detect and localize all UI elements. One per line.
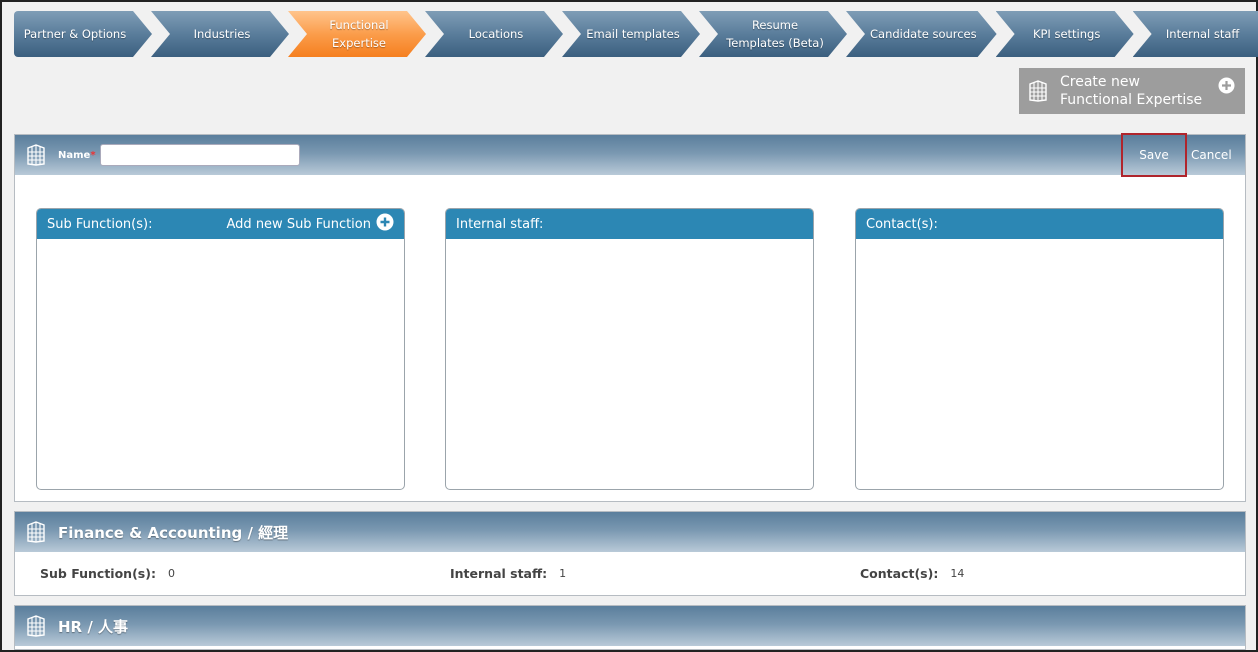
step-kpi-settings[interactable]: KPI settings (996, 11, 1134, 57)
building-icon (26, 615, 46, 637)
item-stats: Sub Function(s): 0 Internal staff: 1 Con… (15, 552, 1245, 595)
create-functional-expertise-button[interactable]: Create new Functional Expertise (1019, 68, 1245, 114)
building-icon (26, 144, 46, 166)
item-title: HR / 人事 (58, 617, 129, 636)
internal-staff-header: Internal staff: (446, 209, 813, 239)
step-candidate-sources[interactable]: Candidate sources (846, 11, 997, 57)
name-input[interactable] (99, 144, 300, 166)
step-label: Functional Expertise (329, 18, 389, 50)
add-sub-function-label: Add new Sub Function (226, 216, 371, 232)
stat-label: Contact(s): (860, 566, 939, 581)
functional-expertise-item: Finance & Accounting / 經理 Sub Function(s… (14, 511, 1246, 596)
building-icon (26, 521, 46, 543)
step-label: KPI settings (1032, 27, 1101, 41)
functional-expertise-item: HR / 人事 (14, 605, 1246, 650)
stat-label: Sub Function(s): (40, 566, 156, 581)
create-button-line2: Functional Expertise (1060, 92, 1203, 108)
plus-circle-icon (1218, 77, 1235, 99)
contacts-box: Contact(s): (855, 208, 1224, 490)
step-label: Partner & Options (23, 27, 127, 41)
contacts-title: Contact(s): (866, 216, 938, 232)
sub-functions-stat: Sub Function(s): 0 (40, 566, 175, 581)
stat-label: Internal staff: (450, 566, 548, 581)
contacts-stat: Contact(s): 14 (860, 566, 964, 581)
editor-body: Sub Function(s): Add new Sub Function In… (15, 175, 1245, 501)
building-icon (1028, 80, 1048, 102)
step-label: Resume Templates (Beta) (726, 18, 824, 50)
step-industries[interactable]: Industries (151, 11, 289, 57)
step-label: Internal staff (1165, 27, 1240, 41)
step-label: Locations (468, 27, 524, 41)
functional-expertise-editor: Name* Save Cancel Sub Function(s): Add n… (14, 133, 1246, 502)
contacts-header: Contact(s): (856, 209, 1223, 239)
step-functional-expertise[interactable]: Functional Expertise (288, 11, 426, 57)
internal-staff-box: Internal staff: (445, 208, 814, 490)
step-internal-staff[interactable]: Internal staff (1132, 11, 1258, 57)
step-partner-options[interactable]: Partner & Options (14, 11, 152, 57)
create-button-line1: Create new (1060, 74, 1140, 90)
step-label: Industries (193, 27, 251, 41)
step-email-templates[interactable]: Email templates (562, 11, 700, 57)
internal-staff-title: Internal staff: (456, 216, 544, 232)
internal-staff-stat: Internal staff: 1 (450, 566, 566, 581)
cancel-button[interactable]: Cancel (1191, 135, 1232, 175)
setup-wizard: Partner & Options Industries Functional … (14, 11, 1258, 57)
save-button[interactable]: Save (1121, 133, 1187, 177)
add-sub-function-button[interactable]: Add new Sub Function (227, 209, 394, 239)
stat-value: 14 (950, 567, 965, 580)
step-resume-templates[interactable]: Resume Templates (Beta) (699, 11, 847, 57)
editor-header: Name* Save Cancel (15, 133, 1245, 177)
sub-functions-box: Sub Function(s): Add new Sub Function (36, 208, 405, 490)
plus-circle-icon (376, 213, 394, 235)
step-locations[interactable]: Locations (425, 11, 563, 57)
sub-functions-title: Sub Function(s): (47, 216, 153, 232)
item-title: Finance & Accounting / 經理 (58, 523, 289, 542)
step-label: Candidate sources (870, 27, 977, 41)
item-header[interactable]: Finance & Accounting / 經理 (15, 512, 1245, 552)
required-marker: * (90, 149, 96, 161)
stat-value: 1 (559, 567, 567, 580)
name-label: Name* (58, 149, 96, 161)
sub-functions-header: Sub Function(s): Add new Sub Function (37, 209, 404, 239)
step-label: Email templates (586, 27, 680, 41)
stat-value: 0 (167, 567, 175, 580)
item-header[interactable]: HR / 人事 (15, 606, 1245, 646)
